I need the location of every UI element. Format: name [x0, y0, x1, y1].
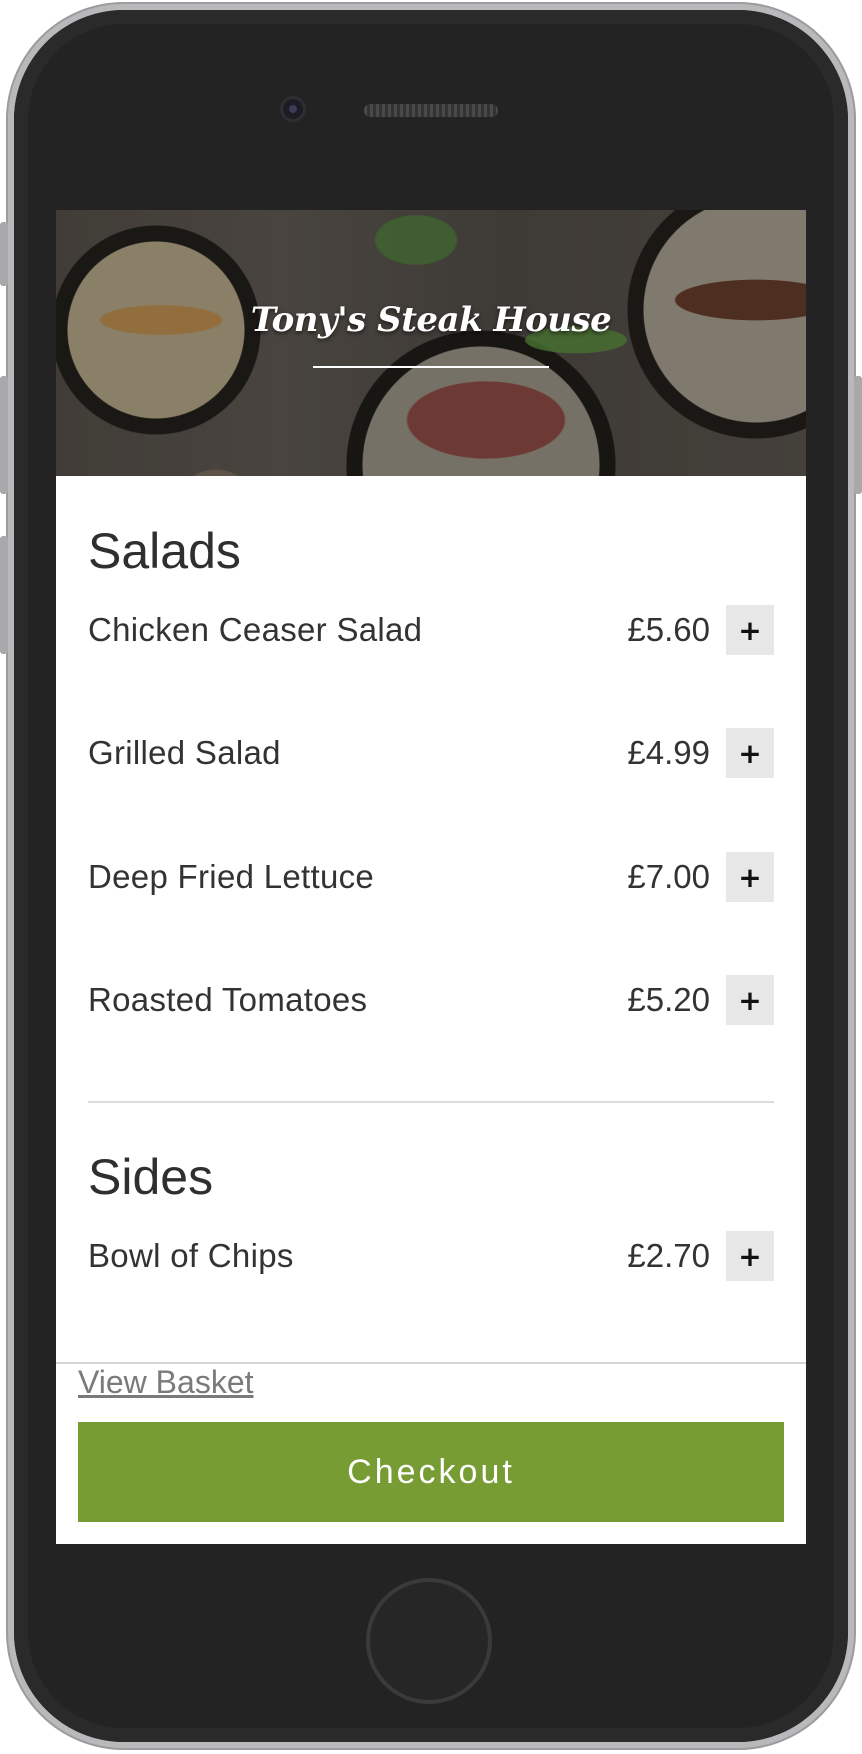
basket-footer: View Basket Checkout	[56, 1362, 806, 1544]
item-name: Bowl of Chips	[88, 1237, 294, 1274]
menu-item: Chicken Ceaser Salad £5.60 +	[88, 605, 774, 655]
side-button-mute	[0, 222, 8, 286]
menu-item: Deep Fried Lettuce £7.00 +	[88, 852, 774, 902]
item-name: Chicken Ceaser Salad	[88, 611, 423, 648]
hero-banner: Tony's Steak House	[56, 210, 806, 476]
item-price: £5.20	[627, 981, 710, 1018]
add-item-button[interactable]: +	[726, 1231, 774, 1281]
menu-item: Roasted Tomatoes £5.20 +	[88, 975, 774, 1025]
add-item-button[interactable]: +	[726, 605, 774, 655]
item-name: Grilled Salad	[88, 734, 281, 771]
add-item-button[interactable]: +	[726, 852, 774, 902]
menu-item: Bowl of Chips £2.70 +	[88, 1231, 774, 1281]
home-button[interactable]	[366, 1578, 492, 1704]
front-camera	[280, 96, 306, 122]
earpiece-speaker	[364, 104, 498, 117]
checkout-button[interactable]: Checkout	[78, 1422, 784, 1522]
side-button-volume-up	[0, 376, 8, 494]
section-divider	[88, 1101, 774, 1103]
add-item-button[interactable]: +	[726, 728, 774, 778]
view-basket-link[interactable]: View Basket	[78, 1364, 254, 1401]
item-price: £5.60	[627, 611, 710, 648]
side-button-power	[854, 376, 862, 494]
add-item-button[interactable]: +	[726, 975, 774, 1025]
item-name: Roasted Tomatoes	[88, 981, 368, 1018]
side-button-volume-down	[0, 536, 8, 654]
item-price: £2.70	[627, 1237, 710, 1274]
item-price: £4.99	[627, 734, 710, 771]
title-underline	[313, 366, 549, 368]
menu-item: Grilled Salad £4.99 +	[88, 728, 774, 778]
menu-list[interactable]: Salads Chicken Ceaser Salad £5.60 + Gril…	[56, 476, 806, 1362]
item-price: £7.00	[627, 858, 710, 895]
item-name: Deep Fried Lettuce	[88, 858, 375, 895]
section-title-sides: Sides	[88, 1149, 214, 1205]
app-screen: Tony's Steak House Salads Chicken Ceaser…	[56, 210, 806, 1544]
restaurant-title: Tony's Steak House	[250, 300, 612, 340]
section-title-salads: Salads	[88, 523, 241, 579]
